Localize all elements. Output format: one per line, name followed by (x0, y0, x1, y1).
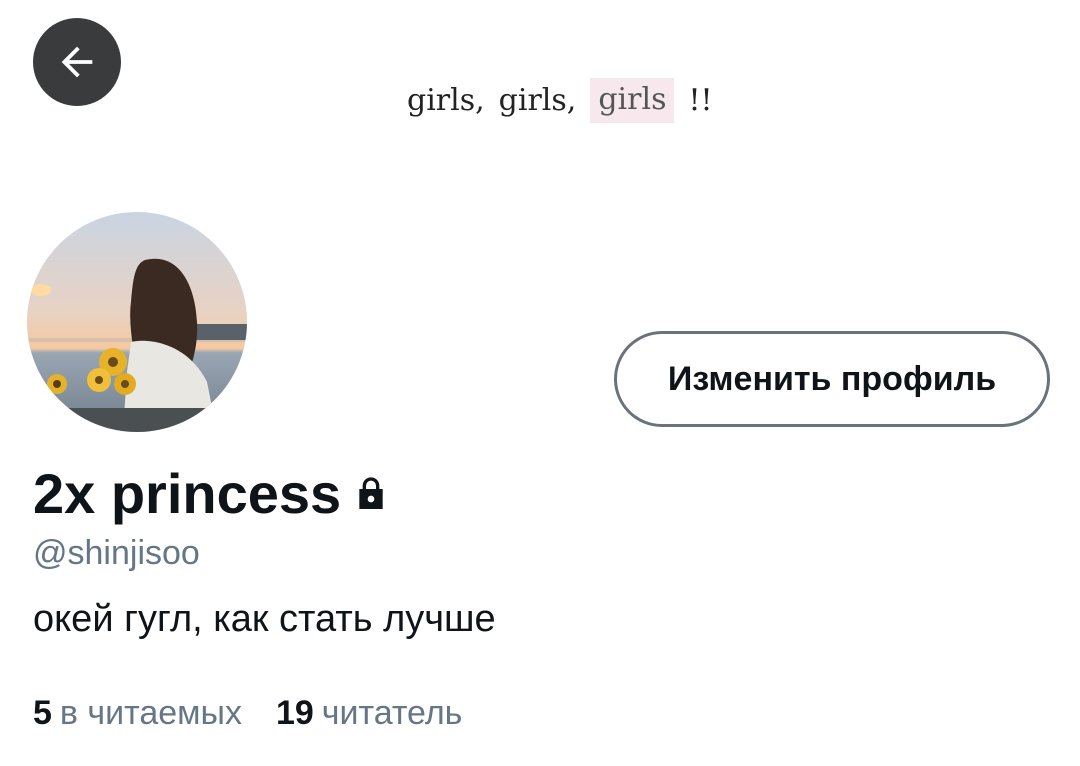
display-name-row: 2x princess (33, 462, 391, 526)
following-stat[interactable]: 5в читаемых (33, 694, 242, 733)
followers-stat[interactable]: 19 читатель (276, 694, 462, 733)
banner-word-3-highlighted: girls (590, 78, 675, 123)
banner-exclamation: !! (688, 83, 713, 118)
display-name: 2x princess (33, 462, 342, 525)
followers-label: читатель (321, 694, 463, 732)
banner-text: girls, girls, girls !! (407, 78, 713, 123)
banner-word-1: girls, (407, 83, 485, 118)
edit-profile-button[interactable]: Изменить профиль (614, 331, 1050, 427)
arrow-left-icon (61, 46, 93, 78)
profile-bio: окей гугл, как стать лучше (33, 598, 496, 640)
following-label: в читаемых (59, 694, 242, 732)
avatar-photo (27, 212, 247, 432)
back-button[interactable] (33, 18, 121, 106)
followers-count: 19 (275, 694, 314, 732)
profile-banner: girls, girls, girls !! (0, 0, 1080, 200)
username-handle: @shinjisoo (33, 534, 200, 572)
lock-icon (359, 477, 383, 509)
follow-stats: 5в читаемых 19 читатель (33, 694, 462, 733)
following-count: 5 (33, 694, 52, 732)
avatar[interactable] (27, 212, 247, 432)
banner-word-2: girls, (498, 83, 577, 118)
